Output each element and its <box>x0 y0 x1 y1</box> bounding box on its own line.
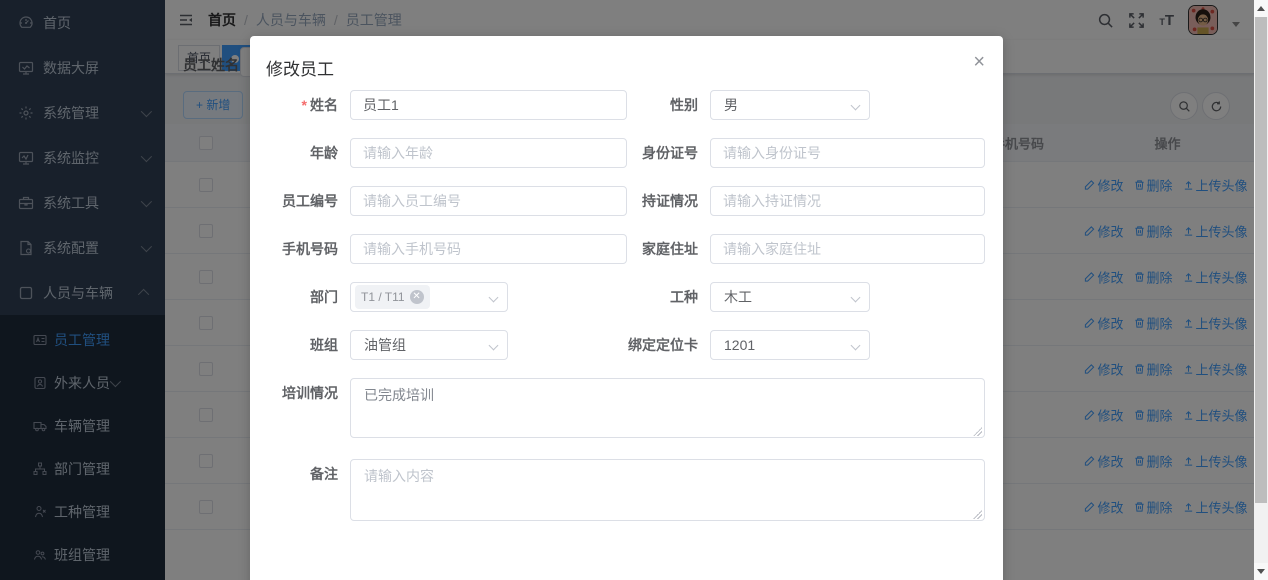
edit-employee-dialog: 修改员工 × 姓名 性别 男 年龄 身份证号 员工编号 <box>250 36 1003 580</box>
scroll-up-icon[interactable] <box>1254 0 1268 17</box>
department-tag: T1 / T11 ✕ <box>355 285 430 309</box>
department-select[interactable]: T1 / T11 ✕ <box>350 282 508 312</box>
address-label: 家庭住址 <box>627 234 710 264</box>
certificate-label: 持证情况 <box>627 186 710 216</box>
employee-no-label: 员工编号 <box>250 186 350 216</box>
age-label: 年龄 <box>250 138 350 168</box>
chevron-down-icon <box>851 293 861 303</box>
chevron-down-icon <box>489 341 499 351</box>
location-card-select[interactable]: 1201 <box>710 330 870 360</box>
training-textarea[interactable]: 已完成培训 <box>350 378 985 438</box>
name-label: 姓名 <box>250 90 350 120</box>
scrollbar-thumb[interactable] <box>1255 17 1267 503</box>
remark-label: 备注 <box>250 459 350 524</box>
training-label: 培训情况 <box>250 378 350 441</box>
certificate-input[interactable] <box>710 186 985 216</box>
chevron-down-icon <box>851 341 861 351</box>
id-number-label: 身份证号 <box>627 138 710 168</box>
address-input[interactable] <box>710 234 985 264</box>
team-select[interactable]: 油管组 <box>350 330 508 360</box>
gender-select[interactable]: 男 <box>710 90 870 120</box>
gender-label: 性别 <box>627 90 710 120</box>
job-type-label: 工种 <box>627 282 710 312</box>
dialog-title: 修改员工 <box>266 55 334 80</box>
location-card-label: 绑定定位卡 <box>627 330 710 360</box>
employee-no-input[interactable] <box>350 186 627 216</box>
remove-tag-icon[interactable]: ✕ <box>410 290 424 304</box>
remark-textarea[interactable] <box>350 459 985 521</box>
chevron-down-icon <box>851 101 861 111</box>
app-screen: 首页 数据大屏 系统管理 系统监控 系统工具 <box>0 0 1268 580</box>
edit-employee-form: 姓名 性别 男 年龄 身份证号 员工编号 持证情况 <box>250 90 1003 542</box>
name-input[interactable] <box>350 90 627 120</box>
scroll-down-icon[interactable] <box>1254 563 1268 580</box>
browser-scrollbar[interactable] <box>1254 0 1268 580</box>
department-label: 部门 <box>250 282 350 312</box>
job-type-select[interactable]: 木工 <box>710 282 870 312</box>
age-input[interactable] <box>350 138 627 168</box>
close-icon[interactable]: × <box>973 52 985 72</box>
team-label: 班组 <box>250 330 350 360</box>
phone-label: 手机号码 <box>250 234 350 264</box>
chevron-down-icon <box>489 293 499 303</box>
id-number-input[interactable] <box>710 138 985 168</box>
phone-input[interactable] <box>350 234 627 264</box>
